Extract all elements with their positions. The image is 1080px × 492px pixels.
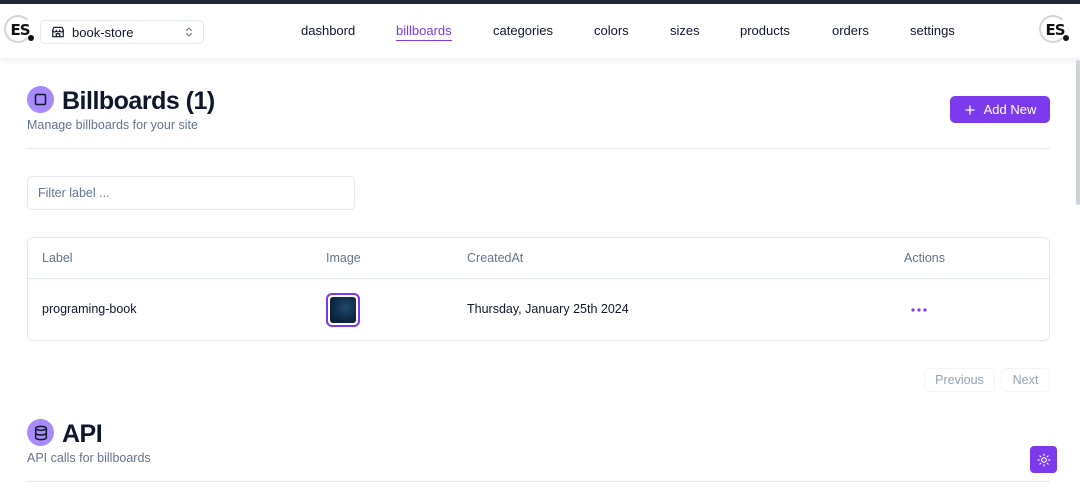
billboard-badge [27, 86, 54, 113]
add-new-button[interactable]: Add New [950, 96, 1050, 123]
col-createdat[interactable]: CreatedAt [467, 251, 523, 265]
table-row: programing-book Thursday, January 25th 2… [28, 279, 1049, 341]
page-subtitle: Manage billboards for your site [27, 118, 198, 132]
row-label: programing-book [42, 302, 137, 316]
billboards-table: Label Image CreatedAt Actions programing… [27, 237, 1050, 341]
logo-left[interactable]: ES [4, 15, 34, 43]
nav-products[interactable]: products [740, 22, 790, 40]
filter-input[interactable] [27, 176, 355, 210]
billboard-image [330, 297, 356, 323]
scrollbar[interactable] [1076, 60, 1080, 205]
api-title: API [62, 420, 103, 448]
add-new-label: Add New [983, 102, 1037, 117]
logo-dot [28, 35, 34, 41]
next-button[interactable]: Next [1001, 368, 1050, 392]
api-subtitle: API calls for billboards [27, 451, 151, 465]
store-switcher[interactable]: book-store [40, 20, 204, 44]
row-created-at: Thursday, January 25th 2024 [467, 302, 629, 316]
sun-icon [1037, 453, 1050, 466]
page-title: Billboards (1) [62, 87, 215, 115]
nav-sizes[interactable]: sizes [670, 22, 700, 40]
api-divider [27, 481, 1050, 482]
avatar-dot [1063, 35, 1069, 41]
divider [27, 148, 1050, 149]
chevrons-up-down-icon [186, 27, 192, 37]
col-label[interactable]: Label [42, 251, 73, 265]
plus-icon [965, 104, 975, 115]
user-avatar[interactable]: ES [1039, 15, 1069, 43]
store-icon [52, 26, 64, 38]
row-image-thumbnail [326, 293, 360, 327]
header: ES book-store dashbord billboards catego… [0, 4, 1080, 59]
table-header: Label Image CreatedAt Actions [28, 238, 1049, 279]
nav-settings[interactable]: settings [910, 22, 955, 40]
previous-button[interactable]: Previous [924, 368, 995, 392]
nav-colors[interactable]: colors [594, 22, 629, 40]
square-icon [34, 93, 47, 106]
theme-toggle-button[interactable] [1030, 446, 1057, 473]
col-actions[interactable]: Actions [904, 251, 945, 265]
api-badge [27, 419, 54, 446]
nav-dashboard[interactable]: dashbord [301, 22, 355, 40]
store-switcher-value: book-store [72, 24, 134, 40]
nav-orders[interactable]: orders [832, 22, 869, 40]
more-horizontal-icon[interactable] [909, 303, 929, 317]
nav-categories[interactable]: categories [493, 22, 553, 40]
col-image[interactable]: Image [326, 251, 361, 265]
database-icon [34, 425, 47, 440]
nav-billboards[interactable]: billboards [396, 22, 452, 41]
